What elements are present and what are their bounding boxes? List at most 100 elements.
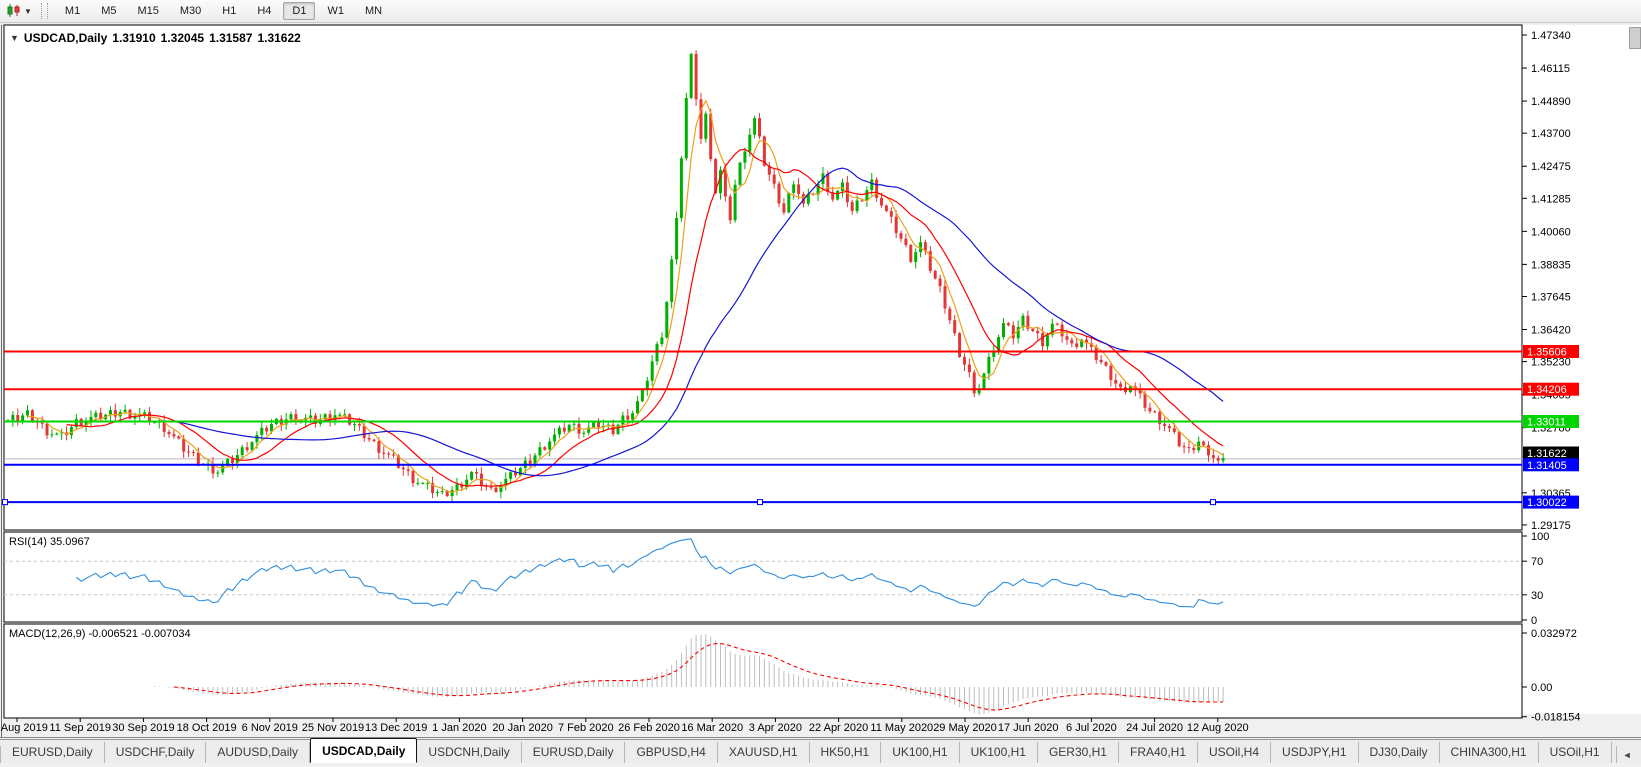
candle-body	[1090, 343, 1093, 347]
candle-body	[582, 433, 585, 434]
candle-body	[412, 471, 415, 483]
timeframe-button-w1[interactable]: W1	[318, 2, 353, 20]
timeframe-button-mn[interactable]: MN	[356, 2, 391, 20]
candlestick-chart-icon	[6, 3, 22, 19]
candle-body	[880, 198, 883, 206]
candle-body	[651, 361, 654, 380]
candle-body	[99, 413, 102, 420]
timeframe-button-m30[interactable]: M30	[171, 2, 210, 20]
candle-body	[729, 197, 732, 221]
hline-handle[interactable]	[758, 500, 763, 505]
price-tick-label: 1.43700	[1531, 128, 1571, 140]
timeframe-button-m5[interactable]: M5	[92, 2, 125, 20]
rsi-tick-label: 30	[1531, 590, 1543, 602]
candle-body	[148, 412, 151, 422]
candle-body	[1124, 387, 1127, 392]
candle-body	[992, 351, 995, 357]
tab-hk50-h1[interactable]: HK50,H1	[810, 742, 882, 763]
candle-body	[1109, 366, 1112, 380]
chart-tab-bar: EURUSD,DailyUSDCHF,DailyAUDUSD,DailyUSDC…	[0, 739, 1641, 763]
candle-body	[1139, 390, 1142, 394]
tab-usdchf-daily[interactable]: USDCHF,Daily	[105, 742, 207, 763]
timeframe-button-m1[interactable]: M1	[56, 2, 89, 20]
candle-body	[1002, 323, 1005, 337]
date-label: 13 Dec 2019	[365, 722, 427, 734]
candle-body	[944, 286, 947, 308]
price-tick-label: 1.41285	[1531, 193, 1571, 205]
candle-body	[1080, 340, 1083, 347]
symbol-dropdown-caret-icon[interactable]: ▼	[10, 33, 19, 43]
candle-body	[1046, 335, 1049, 346]
tab-eurusd-daily[interactable]: EURUSD,Daily	[1, 742, 105, 763]
candle-body	[1012, 325, 1015, 338]
tab-uk100-h1[interactable]: UK100,H1	[881, 742, 959, 763]
candle-body	[475, 472, 478, 474]
candle-body	[739, 163, 742, 185]
candle-body	[1192, 448, 1195, 450]
candle-body	[1056, 324, 1059, 325]
tab-usdcnh-daily[interactable]: USDCNH,Daily	[417, 742, 521, 763]
timeframe-button-d1[interactable]: D1	[283, 2, 315, 20]
candle-body	[343, 414, 346, 415]
scrollbar-thumb[interactable]	[1629, 27, 1641, 49]
candle-body	[50, 434, 53, 435]
candle-body	[1105, 362, 1108, 366]
candle-body	[1017, 327, 1020, 338]
candle-body	[460, 484, 463, 487]
chart-tool-button[interactable]: ▼	[3, 2, 35, 20]
candle-body	[153, 422, 156, 423]
macd-panel	[4, 624, 1522, 718]
price-tick-label: 1.30365	[1531, 488, 1571, 500]
price-tick-label: 1.47340	[1531, 30, 1571, 42]
candle-body	[70, 427, 73, 435]
candle-body	[978, 389, 981, 394]
candle-body	[875, 180, 878, 198]
candle-body	[1144, 393, 1147, 407]
candle-body	[763, 137, 766, 166]
tab-scroll-right-button[interactable]: ►	[1638, 748, 1641, 762]
tab-dj30-daily[interactable]: DJ30,Daily	[1359, 742, 1440, 763]
tab-audusd-daily[interactable]: AUDUSD,Daily	[206, 742, 310, 763]
tab-uk100-h1[interactable]: UK100,H1	[960, 742, 1038, 763]
tab-usdcad-daily[interactable]: USDCAD,Daily	[310, 738, 417, 763]
tab-gbpusd-h4[interactable]: GBPUSD,H4	[625, 742, 717, 763]
price-tick-label: 1.36420	[1531, 325, 1571, 337]
candle-body	[1026, 316, 1029, 329]
candle-body	[909, 245, 912, 262]
timeframe-button-h4[interactable]: H4	[248, 2, 280, 20]
candle-body	[436, 492, 439, 493]
tab-eurusd-daily[interactable]: EURUSD,Daily	[522, 742, 626, 763]
candle-body	[177, 436, 180, 438]
tab-china300-h1[interactable]: CHINA300,H1	[1440, 742, 1539, 763]
candle-body	[1007, 323, 1010, 325]
hline-handle[interactable]	[1211, 500, 1216, 505]
toolbar-grip[interactable]	[41, 3, 48, 19]
tab-xauusd-h1[interactable]: XAUUSD,H1	[718, 742, 810, 763]
price-tick-label: 1.40060	[1531, 226, 1571, 238]
candle-body	[1153, 411, 1156, 412]
candle-body	[631, 413, 634, 420]
date-label: 22 Apr 2020	[809, 722, 868, 734]
candle-body	[885, 206, 888, 212]
candle-body	[504, 479, 507, 486]
tab-usdjpy-h1[interactable]: USDJPY,H1	[1271, 742, 1358, 763]
candle-body	[465, 480, 468, 488]
candle-body	[226, 459, 229, 466]
candle-body	[700, 99, 703, 139]
candle-body	[753, 118, 756, 135]
hline-handle[interactable]	[3, 500, 8, 505]
tab-fra40-h1[interactable]: FRA40,H1	[1119, 742, 1198, 763]
tab-ger30-h1[interactable]: GER30,H1	[1038, 742, 1119, 763]
macd-tick-label: -0.018154	[1531, 712, 1581, 724]
candle-body	[416, 483, 419, 484]
candle-body	[914, 252, 917, 262]
candle-body	[187, 452, 190, 453]
candle-body	[397, 455, 400, 467]
timeframe-button-m15[interactable]: M15	[128, 2, 167, 20]
candle-body	[797, 184, 800, 194]
timeframe-button-h1[interactable]: H1	[213, 2, 245, 20]
tab-usoil-h1[interactable]: USOil,H1	[1539, 742, 1612, 763]
candle-body	[334, 415, 337, 420]
tab-scroll-left-button[interactable]: ◄	[1617, 748, 1638, 762]
tab-usoil-h4[interactable]: USOil,H4	[1198, 742, 1271, 763]
